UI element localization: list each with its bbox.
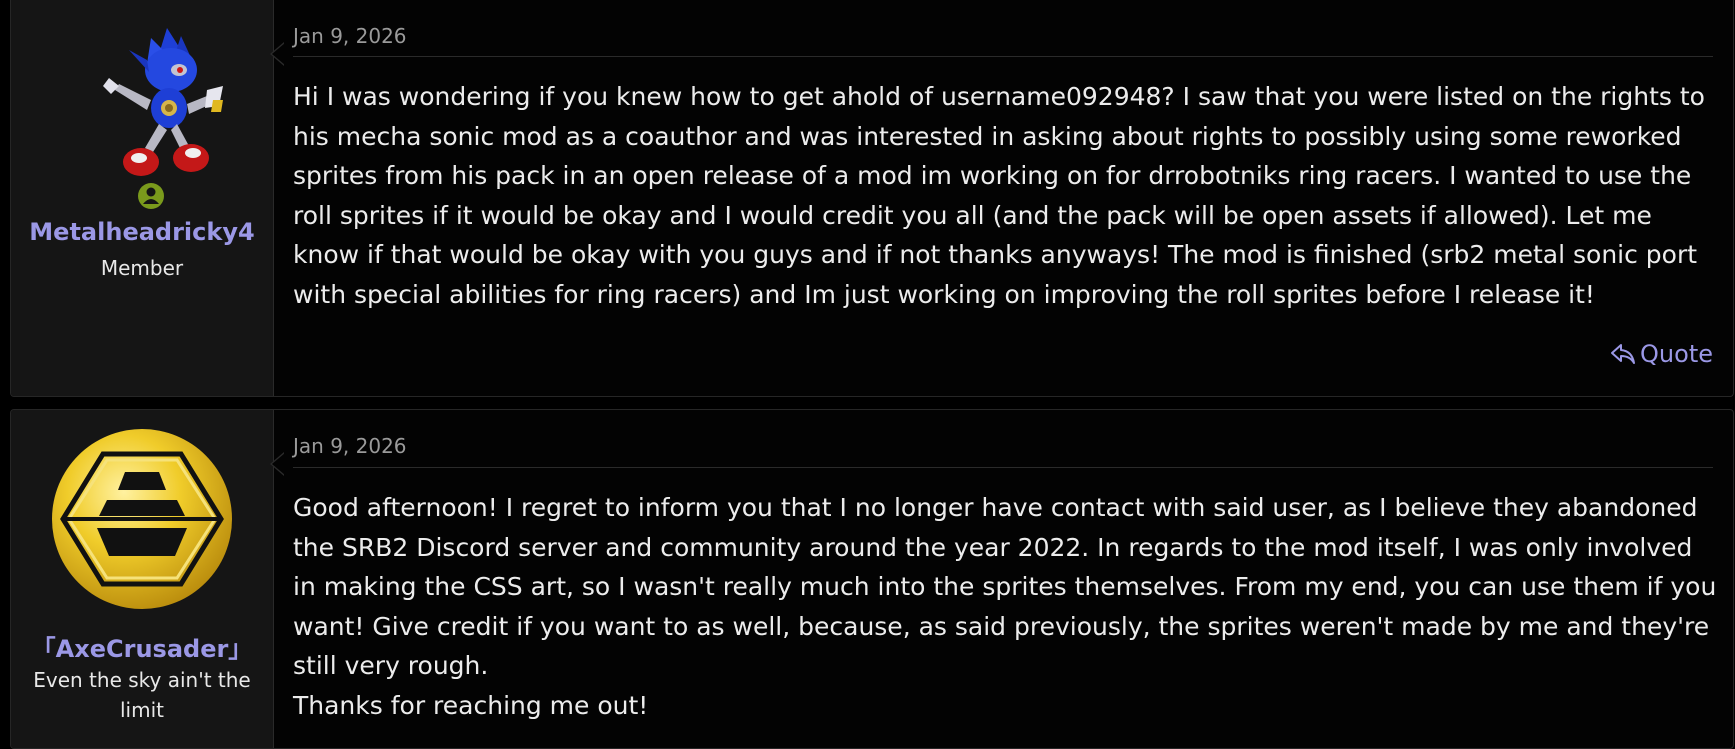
quote-button[interactable]: Quote [1610,340,1713,368]
reply-arrow-icon [1611,344,1636,364]
metal-sonic-avatar-icon[interactable] [89,20,239,200]
username-link[interactable]: Metalheadricky4 [11,218,273,246]
post-pointer-arrow [270,452,285,476]
quote-button-label: Quote [1640,340,1713,368]
post-message: Good afternoon! I regret to inform you t… [293,488,1717,725]
post-user-sidebar: Metalheadricky4 Member [11,0,274,396]
post-date[interactable]: Jan 9, 2026 [293,24,407,48]
user-title: Member [100,256,184,280]
post-message-paragraph: Good afternoon! I regret to inform you t… [293,493,1717,680]
post-message-text: Hi I was wondering if you knew how to ge… [293,82,1705,309]
username-link[interactable]: 「AxeCrusader」 [11,629,273,664]
post-message: Hi I was wondering if you knew how to ge… [293,77,1717,314]
gold-hexagon-emblem-icon[interactable] [51,428,233,610]
message-post: Metalheadricky4 Member Jan 9, 2026 Hi I … [10,0,1734,397]
online-status-icon [138,183,164,209]
post-message-paragraph: Thanks for reaching me out! [293,690,649,720]
post-user-sidebar: 「AxeCrusader」 Even the sky ain't the lim… [11,410,274,748]
post-header-divider [293,56,1713,57]
post-date[interactable]: Jan 9, 2026 [293,434,407,458]
user-title: Even the sky ain't the limit [33,668,251,722]
post-pointer-arrow [270,42,285,66]
post-header-divider [293,467,1713,468]
message-post: 「AxeCrusader」 Even the sky ain't the lim… [10,409,1734,749]
